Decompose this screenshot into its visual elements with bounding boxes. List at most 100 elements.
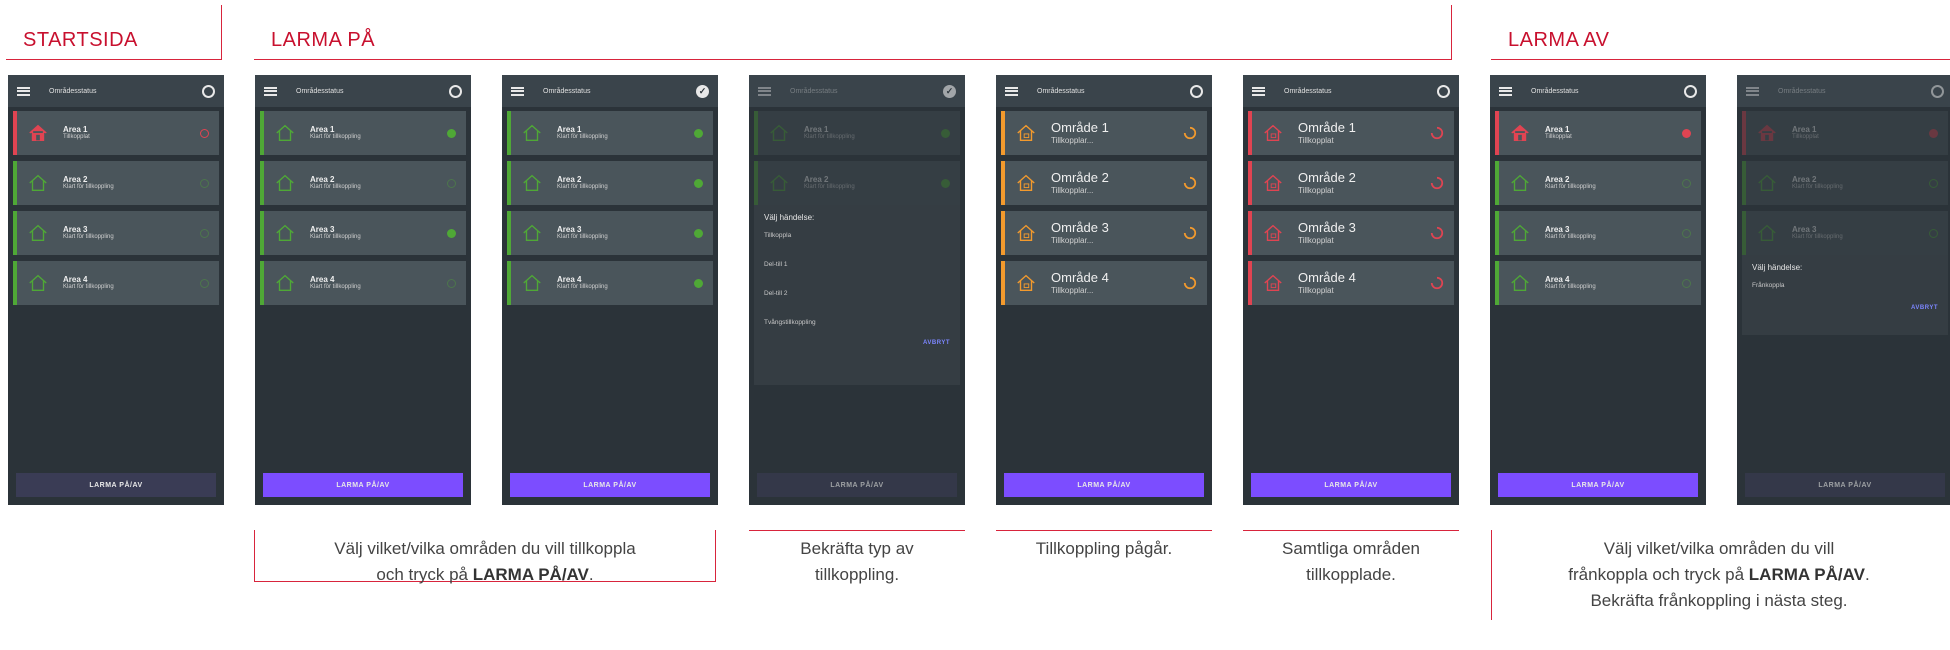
larma-pa-av-button[interactable]: LARMA PÅ/AV	[16, 473, 216, 497]
house-icon	[29, 124, 47, 142]
area-card[interactable]: Area 3 Klart för tillkoppling	[13, 211, 219, 255]
larma-pa-av-button[interactable]: LARMA PÅ/AV	[1004, 473, 1204, 497]
cancel-button[interactable]: AVBRYT	[764, 340, 950, 346]
menu-icon[interactable]	[17, 86, 30, 96]
area-card[interactable]: Area 4 Klart för tillkoppling	[1495, 261, 1701, 305]
app-bar: Områdesstatus	[1737, 75, 1950, 107]
selected-indicator	[694, 228, 703, 238]
area-name: Area 1	[63, 124, 88, 134]
house-icon	[1758, 124, 1776, 142]
area-name: Area 3	[310, 224, 335, 234]
house-lock-icon	[1017, 174, 1035, 192]
menu-icon[interactable]	[511, 86, 524, 96]
area-card[interactable]: Område 2 Tillkopplat	[1248, 161, 1454, 205]
area-card[interactable]: Area 2 Klart för tillkoppling	[1495, 161, 1701, 205]
area-name: Area 2	[1792, 174, 1817, 184]
menu-icon[interactable]	[758, 86, 771, 96]
area-card[interactable]: Area 3 Klart för tillkoppling	[260, 211, 466, 255]
dialog-option-del-till-2[interactable]: Del-till 2	[764, 290, 950, 297]
area-name: Area 2	[557, 174, 582, 184]
menu-icon[interactable]	[1252, 86, 1265, 96]
armed-indicator-icon	[1430, 276, 1444, 290]
larma-pa-av-button[interactable]: LARMA PÅ/AV	[263, 473, 463, 497]
area-card[interactable]: Area 1 Klart för tillkoppling	[507, 111, 713, 155]
area-card[interactable]: Område 3 Tillkopplat	[1248, 211, 1454, 255]
status-indicator	[200, 278, 209, 288]
house-icon	[29, 224, 47, 242]
area-card[interactable]: Area 1 Tillkopplat	[1495, 111, 1701, 155]
caption-line: frånkoppla och tryck på LARMA PÅ/AV.	[1492, 562, 1946, 588]
area-status: Klart för tillkoppling	[63, 284, 114, 291]
area-card[interactable]: Area 4 Klart för tillkoppling	[260, 261, 466, 305]
house-icon	[523, 224, 541, 242]
check-circle-icon: ✓	[943, 84, 956, 98]
area-name: Område 4	[1298, 269, 1356, 285]
area-name: Område 2	[1051, 169, 1109, 185]
area-card[interactable]: Område 1 Tillkopplar...	[1001, 111, 1207, 155]
app-bar: Områdesstatus	[1243, 75, 1459, 107]
area-card[interactable]: Area 4 Klart för tillkoppling	[507, 261, 713, 305]
area-card[interactable]: Area 1 Tillkopplat	[13, 111, 219, 155]
house-lock-icon	[1264, 274, 1282, 292]
area-card[interactable]: Area 3 Klart för tillkoppling	[1495, 211, 1701, 255]
area-status: Tillkopplar...	[1051, 135, 1094, 145]
area-card[interactable]: Area 2 Klart för tillkoppling	[260, 161, 466, 205]
app-bar: Områdesstatus ✓	[749, 75, 965, 107]
dialog-option-frankoppla[interactable]: Frånkoppla	[1752, 282, 1938, 289]
status-indicator	[200, 228, 209, 238]
dialog-option-del-till-1[interactable]: Del-till 1	[764, 261, 950, 268]
larma-pa-av-button[interactable]: LARMA PÅ/AV	[510, 473, 710, 497]
area-status: Klart för tillkoppling	[804, 134, 855, 141]
house-lock-icon	[1264, 174, 1282, 192]
phone-screen-2: Områdesstatus Area 1 Klart för tillkoppli…	[255, 75, 471, 505]
area-card[interactable]: Område 2 Tillkopplar...	[1001, 161, 1207, 205]
dialog-option-tvangstillkoppling[interactable]: Tvångstillkoppling	[764, 319, 950, 326]
menu-icon[interactable]	[1005, 86, 1018, 96]
area-name: Område 2	[1298, 169, 1356, 185]
house-icon	[523, 174, 541, 192]
area-status: Klart för tillkoppling	[1792, 184, 1843, 191]
caption-line: och tryck på LARMA PÅ/AV.	[255, 562, 715, 588]
area-card[interactable]: Område 4 Tillkopplat	[1248, 261, 1454, 305]
caption-text: .	[588, 565, 594, 584]
larma-pa-av-button[interactable]: LARMA PÅ/AV	[1251, 473, 1451, 497]
caption-step-1: Välj vilket/vilka områden du vill tillko…	[254, 530, 716, 584]
area-card[interactable]: Area 1 Klart för tillkoppling	[260, 111, 466, 155]
area-card[interactable]: Område 4 Tillkopplar...	[1001, 261, 1207, 305]
larma-pa-av-button: LARMA PÅ/AV	[1745, 473, 1945, 497]
area-card[interactable]: Area 4 Klart för tillkoppling	[13, 261, 219, 305]
area-status: Klart för tillkoppling	[310, 134, 361, 141]
house-icon	[1758, 174, 1776, 192]
area-status: Tillkopplar...	[1051, 235, 1094, 245]
area-card[interactable]: Area 2 Klart för tillkoppling	[507, 161, 713, 205]
area-name: Area 3	[557, 224, 582, 234]
area-card[interactable]: Område 1 Tillkopplat	[1248, 111, 1454, 155]
selected-indicator	[1682, 128, 1691, 138]
menu-icon[interactable]	[1499, 86, 1512, 96]
status-indicator	[1929, 178, 1938, 188]
area-card: Area 2 Klart för tillkoppling	[1742, 161, 1948, 205]
house-icon	[1511, 224, 1529, 242]
area-name: Område 1	[1298, 119, 1356, 135]
armed-indicator-icon	[1430, 176, 1444, 190]
area-name: Område 4	[1051, 269, 1109, 285]
area-card[interactable]: Område 3 Tillkopplar...	[1001, 211, 1207, 255]
status-indicator	[447, 278, 456, 288]
phone-screen-8: Områdesstatus Area 1 Tillkopplat Area 2 Kl…	[1737, 75, 1950, 505]
area-card[interactable]: Area 2 Klart för tillkoppling	[13, 161, 219, 205]
menu-icon[interactable]	[1746, 86, 1759, 96]
area-name: Area 2	[804, 174, 829, 184]
caption-step-4: Samtliga områden tillkopplade.	[1243, 530, 1459, 588]
caption-line: Samtliga områden	[1282, 539, 1420, 558]
larma-pa-av-button: LARMA PÅ/AV	[757, 473, 957, 497]
larma-pa-av-button[interactable]: LARMA PÅ/AV	[1498, 473, 1698, 497]
caption-step-2: Bekräfta typ av tillkoppling.	[749, 530, 965, 588]
caption-line: Välj vilket/vilka områden du vill	[1603, 539, 1835, 558]
cancel-button[interactable]: AVBRYT	[1752, 305, 1938, 311]
area-name: Area 1	[804, 124, 829, 134]
selected-indicator	[941, 128, 950, 138]
area-card[interactable]: Area 3 Klart för tillkoppling	[507, 211, 713, 255]
dialog-option-tillkoppla[interactable]: Tillkoppla	[764, 232, 950, 239]
menu-icon[interactable]	[264, 86, 277, 96]
caption-line: Bekräfta typ av	[800, 539, 914, 558]
